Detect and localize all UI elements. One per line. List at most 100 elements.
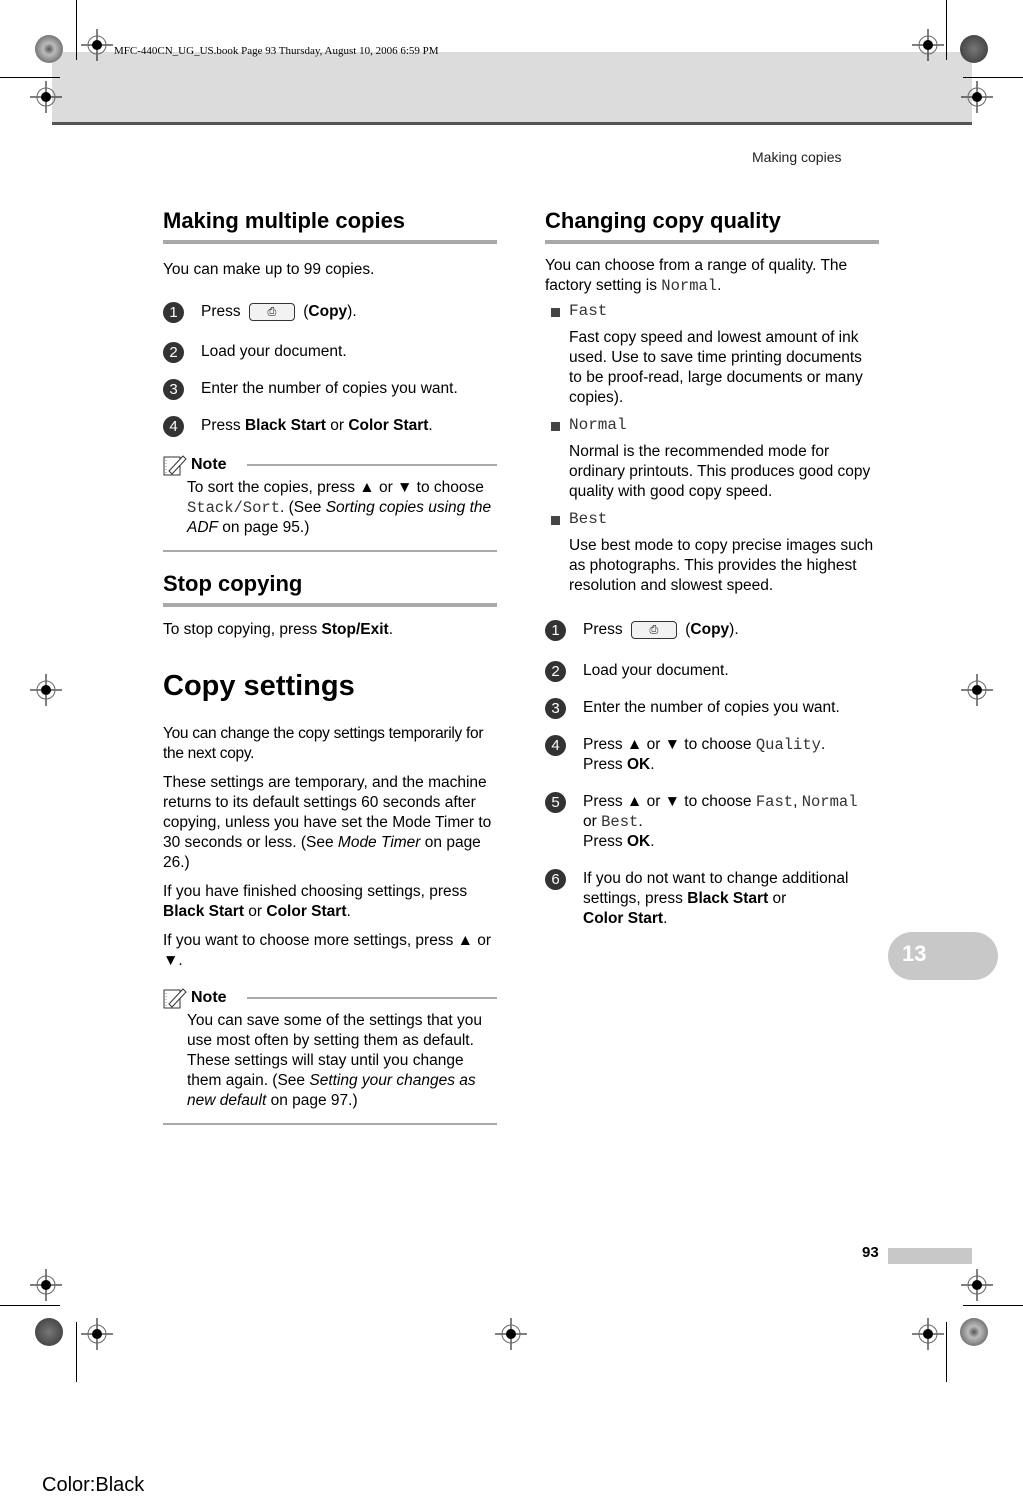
color-start-label: Color Start [583, 910, 664, 927]
menu-option: Fast [755, 793, 794, 811]
step-4: 4 Press Black Start or Color Start. [163, 416, 497, 437]
bullet-square-icon [551, 422, 560, 431]
note-text-part: . (See [280, 499, 326, 516]
step-number: 3 [163, 379, 184, 400]
quality-steps-list: 1 Press ⎙ (Copy). 2 Load your document. … [545, 620, 879, 929]
step-text: Enter the number of copies you want. [201, 380, 458, 397]
chapter-tab[interactable]: 13 [888, 932, 998, 980]
step-text: . [820, 736, 826, 753]
step-text: Press [583, 621, 627, 638]
menu-option: Normal [661, 277, 718, 295]
step-3: 3 Enter the number of copies you want. [545, 698, 879, 719]
text-part: To stop copying, press [163, 621, 322, 638]
note-label: Note [191, 989, 227, 1006]
color-start-label: Color Start [266, 903, 347, 920]
cross-reference-link[interactable]: Mode Timer [338, 834, 421, 851]
step-text: Press [583, 756, 627, 773]
section-title-multiple-copies: Making multiple copies [163, 207, 497, 244]
step-text: Press ▲ or ▼ to choose [583, 793, 756, 810]
note-text: You can save some of the settings that y… [163, 1011, 497, 1111]
bullet-square-icon [551, 516, 560, 525]
crop-mark [0, 1305, 60, 1306]
registration-mark-icon [912, 29, 944, 61]
crop-mark [76, 1322, 77, 1382]
crop-mark [0, 77, 60, 78]
color-rosette-icon [35, 1318, 63, 1346]
right-column: Changing copy quality You can choose fro… [545, 207, 879, 929]
note-box: Note To sort the copies, press ▲ or ▼ to… [163, 454, 497, 552]
copy-key-icon: ⎙ [248, 302, 295, 321]
step-text: Press [201, 303, 245, 320]
step-2: 2 Load your document. [163, 342, 497, 363]
copy-label: Copy [308, 303, 348, 320]
step-text: Press ▲ or ▼ to choose [583, 736, 756, 753]
section-title-copy-quality: Changing copy quality [545, 207, 879, 244]
step-3: 3 Enter the number of copies you want. [163, 379, 497, 400]
crop-mark [76, 0, 77, 60]
registration-mark-icon [81, 1318, 113, 1350]
option-name: Best [569, 510, 608, 528]
note-text-part: on page 95.) [218, 519, 310, 536]
step-text: Load your document. [201, 343, 347, 360]
note-rule [246, 464, 497, 466]
color-start-label: Color Start [348, 417, 429, 434]
step-6: 6 If you do not want to change additiona… [545, 869, 879, 929]
step-number: 2 [545, 661, 566, 682]
black-start-label: Black Start [163, 903, 244, 920]
color-rosette-icon [960, 35, 988, 63]
step-number: 6 [545, 869, 566, 890]
quality-intro: You can choose from a range of quality. … [545, 256, 879, 296]
step-text: or [768, 890, 787, 907]
step-number: 1 [545, 620, 566, 641]
registration-mark-icon [961, 81, 993, 113]
registration-mark-icon [961, 674, 993, 706]
step-text: . [663, 910, 668, 927]
copy-key-icon: ⎙ [630, 620, 677, 639]
color-separation-label: Color:Black [42, 1474, 145, 1496]
step-number: 3 [545, 698, 566, 719]
step-1: 1 Press ⎙ (Copy). [545, 620, 879, 641]
step-text: . [650, 756, 655, 773]
ok-label: OK [626, 756, 651, 773]
option-description: Fast copy speed and lowest amount of ink… [569, 329, 863, 406]
note-label: Note [191, 456, 227, 473]
copy-settings-para-4: If you want to choose more settings, pre… [163, 932, 492, 969]
note-box: Note You can save some of the settings t… [163, 987, 497, 1125]
black-start-label: Black Start [687, 890, 769, 907]
left-column: Making multiple copies You can make up t… [163, 207, 497, 1125]
running-head: Making copies [752, 149, 842, 165]
step-text: Enter the number of copies you want. [583, 699, 840, 716]
step-number: 1 [163, 302, 184, 323]
note-rule [246, 997, 497, 999]
step-text: or [583, 813, 602, 830]
steps-list: 1 Press ⎙ (Copy). 2 Load your document. … [163, 302, 497, 437]
step-4: 4 Press ▲ or ▼ to choose Quality. Press … [545, 735, 879, 775]
intro-text: You can make up to 99 copies. [163, 261, 375, 278]
registration-mark-icon [81, 29, 113, 61]
option-description: Use best mode to copy precise images suc… [569, 537, 874, 594]
quality-option-normal: Normal [545, 416, 879, 434]
page-number: 93 [862, 1244, 879, 1261]
color-rosette-icon [35, 35, 63, 63]
note-rule [163, 1123, 497, 1125]
text-part: . [388, 621, 394, 638]
footer-bar [888, 1248, 972, 1264]
text-part: . [717, 277, 722, 294]
ok-label: OK [626, 833, 651, 850]
step-text: , [793, 793, 802, 810]
note-text-part: To sort the copies, press ▲ or ▼ to choo… [187, 479, 484, 496]
black-start-label: Black Start [244, 417, 326, 434]
crop-mark [963, 1305, 1023, 1306]
registration-mark-icon [912, 1318, 944, 1350]
registration-mark-icon [30, 674, 62, 706]
step-number: 4 [163, 416, 184, 437]
step-text: ). [347, 303, 357, 320]
copy-settings-para-3: If you have finished choosing settings, … [163, 882, 497, 922]
step-2: 2 Load your document. [545, 661, 879, 682]
copy-settings-para-1: You can change the copy settings tempora… [163, 725, 484, 762]
section-title-copy-settings: Copy settings [163, 670, 355, 702]
step-5: 5 Press ▲ or ▼ to choose Fast, Normal or… [545, 792, 879, 852]
registration-mark-icon [961, 1269, 993, 1301]
book-info-slug: MFC-440CN_UG_US.book Page 93 Thursday, A… [114, 45, 439, 57]
step-1: 1 Press ⎙ (Copy). [163, 302, 497, 323]
